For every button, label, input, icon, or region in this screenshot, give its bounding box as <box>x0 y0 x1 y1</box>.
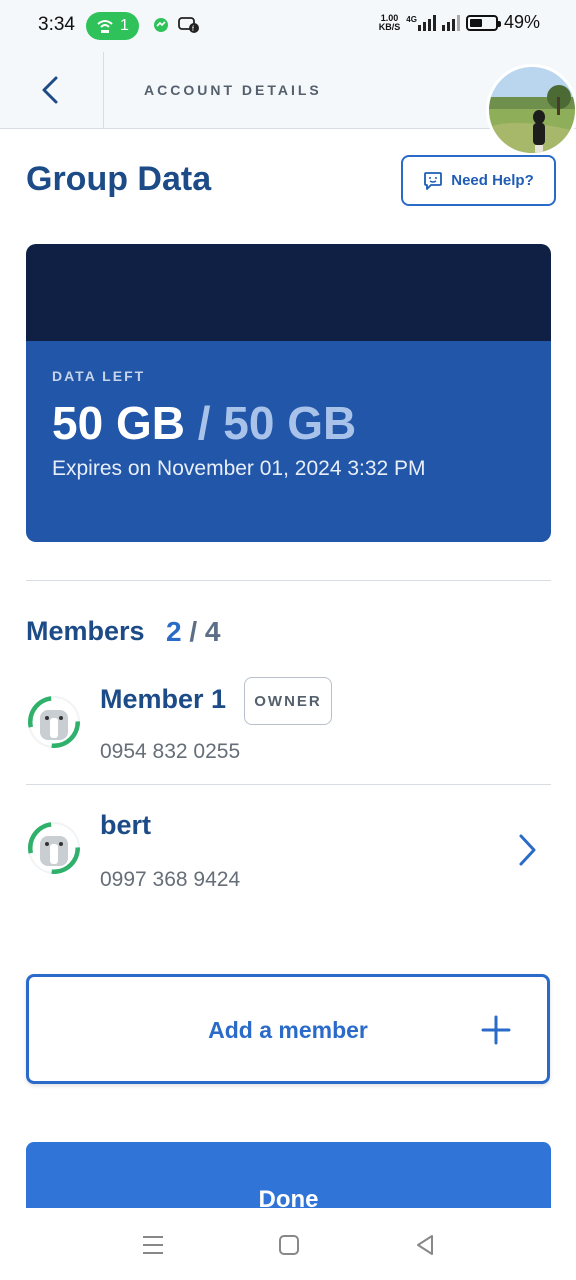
member-avatar <box>28 822 80 874</box>
signal-4g: 4G <box>406 14 436 31</box>
back-button[interactable] <box>30 72 70 108</box>
signal-bars-2-icon <box>441 14 460 31</box>
data-amount: 50 GB / 50 GB <box>52 396 356 450</box>
member-row-bert[interactable]: bert 0997 368 9424 <box>26 800 551 910</box>
data-balance-card: DATA LEFT 50 GB / 50 GB Expires on Novem… <box>26 244 551 542</box>
chat-notification-icon: f <box>178 17 199 33</box>
member-divider <box>26 784 551 785</box>
plus-icon <box>481 1015 511 1045</box>
members-count: 2 / 4 <box>166 616 221 648</box>
home-icon[interactable] <box>276 1232 302 1258</box>
members-heading: Members <box>26 616 145 646</box>
menu-icon[interactable] <box>140 1232 166 1258</box>
network-speed: 1.00 KB/S <box>378 13 401 32</box>
member-phone: 0954 832 0255 <box>100 740 241 763</box>
status-bar: 3:34 1 f 1.00 KB/S 4G 49% <box>0 0 576 52</box>
member-avatar-icon <box>28 696 80 748</box>
messenger-icon <box>154 18 168 32</box>
section-divider <box>26 580 551 581</box>
header-title: ACCOUNT DETAILS <box>144 82 322 98</box>
status-time: 3:34 <box>38 14 75 35</box>
svg-text:f: f <box>192 26 194 33</box>
network-type: 4G <box>406 14 417 24</box>
member-phone: 0997 368 9424 <box>100 868 241 891</box>
member-name: bert <box>100 810 152 840</box>
chevron-left-icon <box>42 76 58 104</box>
owner-badge: OWNER <box>244 677 332 725</box>
system-navigation-bar <box>0 1208 576 1280</box>
header-divider <box>103 52 104 128</box>
members-current: 2 <box>166 616 182 647</box>
chevron-right-icon <box>519 834 536 866</box>
battery-percent: 49% <box>503 12 540 32</box>
expiry-text: Expires on November 01, 2024 3:32 PM <box>52 457 426 480</box>
done-button[interactable]: Done <box>26 1142 551 1212</box>
members-max: 4 <box>204 616 221 647</box>
member-avatar-icon <box>28 822 80 874</box>
member-row-owner: Member 1 OWNER 0954 832 0255 <box>26 672 551 784</box>
hotspot-count: 1 <box>120 17 129 34</box>
member-name: Member 1 <box>100 684 227 714</box>
member-avatar <box>28 696 80 748</box>
card-body: DATA LEFT 50 GB / 50 GB Expires on Novem… <box>26 341 551 542</box>
need-help-label: Need Help? <box>451 172 534 189</box>
speed-unit: KB/S <box>378 21 401 32</box>
data-left-label: DATA LEFT <box>52 368 146 384</box>
profile-photo-image <box>489 67 575 153</box>
need-help-button[interactable]: Need Help? <box>401 155 556 206</box>
hotspot-indicator[interactable]: 1 <box>86 12 139 40</box>
data-total: 50 GB <box>223 397 357 449</box>
back-nav-icon[interactable] <box>412 1232 438 1258</box>
card-banner <box>26 244 551 341</box>
chat-help-icon <box>424 171 443 190</box>
profile-avatar[interactable] <box>486 64 576 156</box>
add-member-button[interactable]: Add a member <box>26 974 550 1084</box>
data-separator: / <box>197 397 211 449</box>
battery-icon <box>465 14 501 31</box>
hotspot-icon <box>97 20 113 33</box>
add-member-label: Add a member <box>208 1017 368 1043</box>
members-separator: / <box>189 616 198 647</box>
page-title: Group Data <box>26 160 212 198</box>
signal-bars-icon <box>417 14 436 31</box>
status-right-group: 1.00 KB/S 4G 49% <box>379 12 540 33</box>
data-remaining: 50 GB <box>52 397 185 449</box>
